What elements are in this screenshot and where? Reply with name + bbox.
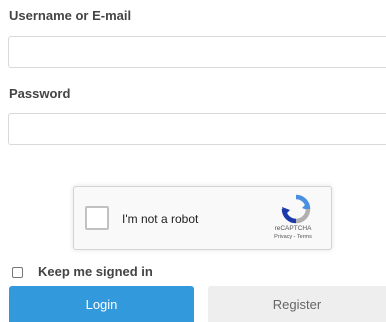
username-input[interactable] — [8, 36, 386, 68]
keep-signed-in-row: Keep me signed in — [12, 265, 153, 279]
recaptcha-label: I'm not a robot — [122, 212, 199, 226]
password-input[interactable] — [8, 113, 386, 145]
keep-signed-in-label: Keep me signed in — [38, 264, 153, 279]
login-button[interactable]: Login — [9, 286, 194, 322]
recaptcha-widget: I'm not a robot reCAPTCHA Privacy - Term… — [73, 186, 332, 250]
recaptcha-brand-text: reCAPTCHA — [274, 225, 312, 232]
register-button[interactable]: Register — [208, 286, 386, 322]
username-label: Username or E-mail — [9, 8, 132, 23]
keep-signed-in-checkbox[interactable] — [12, 266, 23, 278]
password-label: Password — [9, 86, 71, 101]
recaptcha-terms-link[interactable]: Privacy - Terms — [263, 234, 323, 241]
recaptcha-logo-icon — [281, 194, 311, 224]
recaptcha-checkbox[interactable] — [85, 206, 109, 230]
